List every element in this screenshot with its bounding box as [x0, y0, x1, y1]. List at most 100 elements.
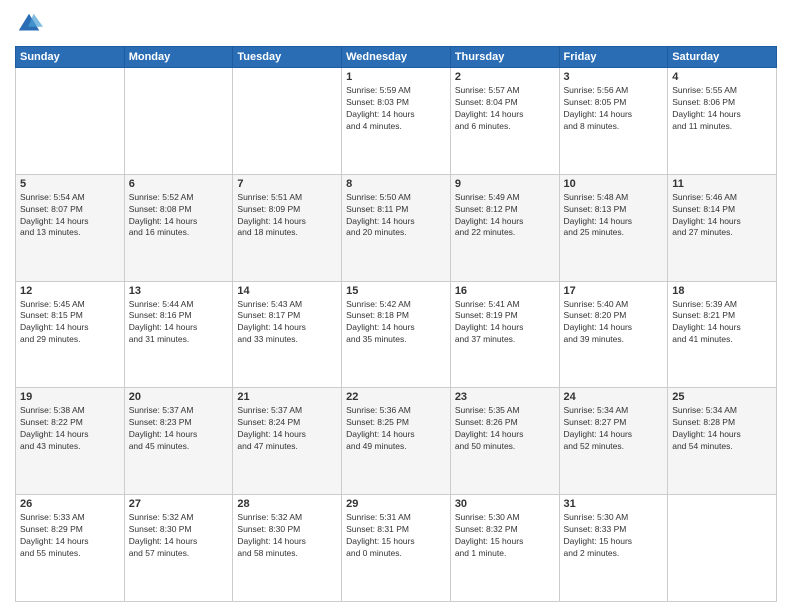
day-info: Sunrise: 5:54 AM Sunset: 8:07 PM Dayligh…	[20, 192, 120, 240]
day-info: Sunrise: 5:32 AM Sunset: 8:30 PM Dayligh…	[237, 512, 337, 560]
day-info: Sunrise: 5:57 AM Sunset: 8:04 PM Dayligh…	[455, 85, 555, 133]
day-number: 26	[20, 498, 120, 510]
calendar-cell: 3Sunrise: 5:56 AM Sunset: 8:05 PM Daylig…	[559, 68, 668, 175]
day-info: Sunrise: 5:34 AM Sunset: 8:27 PM Dayligh…	[564, 405, 664, 453]
calendar-cell	[233, 68, 342, 175]
calendar-header-row: SundayMondayTuesdayWednesdayThursdayFrid…	[16, 47, 777, 68]
calendar-cell	[668, 495, 777, 602]
day-info: Sunrise: 5:37 AM Sunset: 8:24 PM Dayligh…	[237, 405, 337, 453]
calendar-cell: 26 Sunrise: 5:33 AM Sunset: 8:29 PM Dayli…	[16, 495, 125, 602]
day-info: Sunrise: 5:44 AM Sunset: 8:16 PM Dayligh…	[129, 299, 229, 347]
day-number: 19	[20, 391, 120, 403]
day-info: Sunrise: 5:48 AM Sunset: 8:13 PM Dayligh…	[564, 192, 664, 240]
day-number: 13	[129, 285, 229, 297]
day-number: 5	[20, 178, 120, 190]
day-info: Sunrise: 5:56 AM Sunset: 8:05 PM Dayligh…	[564, 85, 664, 133]
calendar-day-header: Thursday	[450, 47, 559, 68]
day-info: Sunrise: 5:43 AM Sunset: 8:17 PM Dayligh…	[237, 299, 337, 347]
calendar-cell: 10 Sunrise: 5:48 AM Sunset: 8:13 PM Dayli…	[559, 174, 668, 281]
calendar-week-row: 12 Sunrise: 5:45 AM Sunset: 8:15 PM Dayli…	[16, 281, 777, 388]
calendar-day-header: Sunday	[16, 47, 125, 68]
calendar-cell: 9 Sunrise: 5:49 AM Sunset: 8:12 PM Daylig…	[450, 174, 559, 281]
day-info: Sunrise: 5:55 AM Sunset: 8:06 PM Dayligh…	[672, 85, 772, 133]
calendar-cell: 11Sunrise: 5:46 AM Sunset: 8:14 PM Dayli…	[668, 174, 777, 281]
day-number: 4	[672, 71, 772, 83]
calendar-day-header: Saturday	[668, 47, 777, 68]
day-number: 7	[237, 178, 337, 190]
day-info: Sunrise: 5:31 AM Sunset: 8:31 PM Dayligh…	[346, 512, 446, 560]
calendar-cell: 28 Sunrise: 5:32 AM Sunset: 8:30 PM Dayli…	[233, 495, 342, 602]
day-info: Sunrise: 5:46 AM Sunset: 8:14 PM Dayligh…	[672, 192, 772, 240]
day-number: 28	[237, 498, 337, 510]
day-info: Sunrise: 5:33 AM Sunset: 8:29 PM Dayligh…	[20, 512, 120, 560]
calendar-cell: 20 Sunrise: 5:37 AM Sunset: 8:23 PM Dayli…	[124, 388, 233, 495]
day-info: Sunrise: 5:40 AM Sunset: 8:20 PM Dayligh…	[564, 299, 664, 347]
calendar-week-row: 5 Sunrise: 5:54 AM Sunset: 8:07 PM Daylig…	[16, 174, 777, 281]
day-info: Sunrise: 5:34 AM Sunset: 8:28 PM Dayligh…	[672, 405, 772, 453]
calendar: SundayMondayTuesdayWednesdayThursdayFrid…	[15, 46, 777, 602]
day-info: Sunrise: 5:51 AM Sunset: 8:09 PM Dayligh…	[237, 192, 337, 240]
day-info: Sunrise: 5:45 AM Sunset: 8:15 PM Dayligh…	[20, 299, 120, 347]
day-info: Sunrise: 5:30 AM Sunset: 8:33 PM Dayligh…	[564, 512, 664, 560]
day-info: Sunrise: 5:49 AM Sunset: 8:12 PM Dayligh…	[455, 192, 555, 240]
day-number: 12	[20, 285, 120, 297]
calendar-cell: 29Sunrise: 5:31 AM Sunset: 8:31 PM Dayli…	[342, 495, 451, 602]
calendar-cell: 4 Sunrise: 5:55 AM Sunset: 8:06 PM Daylig…	[668, 68, 777, 175]
calendar-cell: 12 Sunrise: 5:45 AM Sunset: 8:15 PM Dayli…	[16, 281, 125, 388]
calendar-cell: 7 Sunrise: 5:51 AM Sunset: 8:09 PM Daylig…	[233, 174, 342, 281]
calendar-cell: 27Sunrise: 5:32 AM Sunset: 8:30 PM Dayli…	[124, 495, 233, 602]
calendar-week-row: 1Sunrise: 5:59 AM Sunset: 8:03 PM Daylig…	[16, 68, 777, 175]
calendar-cell: 31Sunrise: 5:30 AM Sunset: 8:33 PM Dayli…	[559, 495, 668, 602]
day-number: 30	[455, 498, 555, 510]
day-info: Sunrise: 5:41 AM Sunset: 8:19 PM Dayligh…	[455, 299, 555, 347]
calendar-day-header: Monday	[124, 47, 233, 68]
day-number: 15	[346, 285, 446, 297]
calendar-cell: 16 Sunrise: 5:41 AM Sunset: 8:19 PM Dayli…	[450, 281, 559, 388]
day-info: Sunrise: 5:37 AM Sunset: 8:23 PM Dayligh…	[129, 405, 229, 453]
calendar-cell: 23Sunrise: 5:35 AM Sunset: 8:26 PM Dayli…	[450, 388, 559, 495]
day-number: 21	[237, 391, 337, 403]
calendar-cell	[16, 68, 125, 175]
day-number: 10	[564, 178, 664, 190]
calendar-cell: 8 Sunrise: 5:50 AM Sunset: 8:11 PM Daylig…	[342, 174, 451, 281]
calendar-cell: 14 Sunrise: 5:43 AM Sunset: 8:17 PM Dayli…	[233, 281, 342, 388]
day-info: Sunrise: 5:42 AM Sunset: 8:18 PM Dayligh…	[346, 299, 446, 347]
day-number: 18	[672, 285, 772, 297]
calendar-day-header: Tuesday	[233, 47, 342, 68]
logo-icon	[15, 10, 43, 38]
header	[15, 10, 777, 38]
day-info: Sunrise: 5:38 AM Sunset: 8:22 PM Dayligh…	[20, 405, 120, 453]
day-number: 17	[564, 285, 664, 297]
calendar-cell: 15 Sunrise: 5:42 AM Sunset: 8:18 PM Dayli…	[342, 281, 451, 388]
calendar-cell: 19 Sunrise: 5:38 AM Sunset: 8:22 PM Dayli…	[16, 388, 125, 495]
day-info: Sunrise: 5:30 AM Sunset: 8:32 PM Dayligh…	[455, 512, 555, 560]
logo	[15, 10, 47, 38]
calendar-cell: 18 Sunrise: 5:39 AM Sunset: 8:21 PM Dayli…	[668, 281, 777, 388]
calendar-day-header: Wednesday	[342, 47, 451, 68]
calendar-cell: 25 Sunrise: 5:34 AM Sunset: 8:28 PM Dayli…	[668, 388, 777, 495]
page: SundayMondayTuesdayWednesdayThursdayFrid…	[0, 0, 792, 612]
day-number: 14	[237, 285, 337, 297]
calendar-cell: 5 Sunrise: 5:54 AM Sunset: 8:07 PM Daylig…	[16, 174, 125, 281]
day-number: 27	[129, 498, 229, 510]
day-number: 8	[346, 178, 446, 190]
calendar-week-row: 26 Sunrise: 5:33 AM Sunset: 8:29 PM Dayli…	[16, 495, 777, 602]
calendar-cell: 24Sunrise: 5:34 AM Sunset: 8:27 PM Dayli…	[559, 388, 668, 495]
day-number: 6	[129, 178, 229, 190]
day-number: 16	[455, 285, 555, 297]
calendar-cell: 21 Sunrise: 5:37 AM Sunset: 8:24 PM Dayli…	[233, 388, 342, 495]
day-info: Sunrise: 5:35 AM Sunset: 8:26 PM Dayligh…	[455, 405, 555, 453]
day-number: 22	[346, 391, 446, 403]
day-info: Sunrise: 5:50 AM Sunset: 8:11 PM Dayligh…	[346, 192, 446, 240]
day-number: 25	[672, 391, 772, 403]
day-number: 9	[455, 178, 555, 190]
calendar-cell	[124, 68, 233, 175]
day-info: Sunrise: 5:36 AM Sunset: 8:25 PM Dayligh…	[346, 405, 446, 453]
day-info: Sunrise: 5:39 AM Sunset: 8:21 PM Dayligh…	[672, 299, 772, 347]
calendar-day-header: Friday	[559, 47, 668, 68]
calendar-cell: 22 Sunrise: 5:36 AM Sunset: 8:25 PM Dayli…	[342, 388, 451, 495]
day-info: Sunrise: 5:52 AM Sunset: 8:08 PM Dayligh…	[129, 192, 229, 240]
day-info: Sunrise: 5:59 AM Sunset: 8:03 PM Dayligh…	[346, 85, 446, 133]
calendar-cell: 13 Sunrise: 5:44 AM Sunset: 8:16 PM Dayli…	[124, 281, 233, 388]
day-number: 20	[129, 391, 229, 403]
